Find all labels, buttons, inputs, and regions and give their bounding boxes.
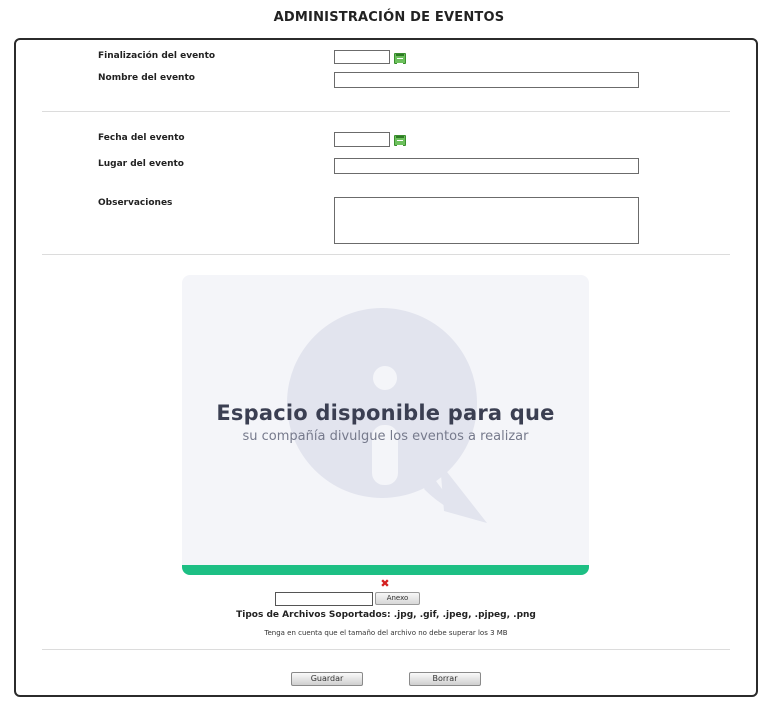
info-bubble-icon (287, 308, 487, 523)
end-date-label: Finalización del evento (98, 51, 216, 61)
file-size-note: Tenga en cuenta que el tamaño del archiv… (264, 629, 508, 637)
event-name-label: Nombre del evento (98, 73, 195, 83)
banner-headline: Espacio disponible para que (216, 401, 555, 425)
attach-button[interactable]: Anexo (375, 592, 420, 605)
event-form-panel: Finalización del evento Nombre del event… (14, 38, 758, 697)
section-divider (42, 111, 730, 112)
event-name-input[interactable] (334, 72, 639, 88)
notes-label: Observaciones (98, 198, 173, 208)
end-date-input[interactable] (334, 50, 390, 64)
event-date-label: Fecha del evento (98, 133, 185, 143)
banner-accent-bar (182, 565, 589, 575)
section-divider (42, 254, 730, 255)
event-place-input[interactable] (334, 158, 639, 174)
clear-button[interactable]: Borrar (409, 672, 481, 686)
supported-types-text: Tipos de Archivos Soportados: .jpg, .gif… (236, 610, 536, 620)
section-divider (42, 649, 730, 650)
event-date-input[interactable] (334, 132, 390, 147)
notes-textarea[interactable] (334, 197, 639, 244)
close-x-icon[interactable]: ✖ (380, 579, 390, 590)
event-banner-placeholder: Espacio disponible para que su compañía … (182, 275, 589, 575)
page-title: ADMINISTRACIÓN DE EVENTOS (273, 10, 505, 25)
file-path-input[interactable] (275, 592, 373, 606)
calendar-icon[interactable] (394, 53, 406, 64)
save-button[interactable]: Guardar (291, 672, 363, 686)
calendar-icon[interactable] (394, 135, 406, 146)
banner-subline: su compañía divulgue los eventos a reali… (242, 429, 529, 444)
event-place-label: Lugar del evento (98, 159, 184, 169)
